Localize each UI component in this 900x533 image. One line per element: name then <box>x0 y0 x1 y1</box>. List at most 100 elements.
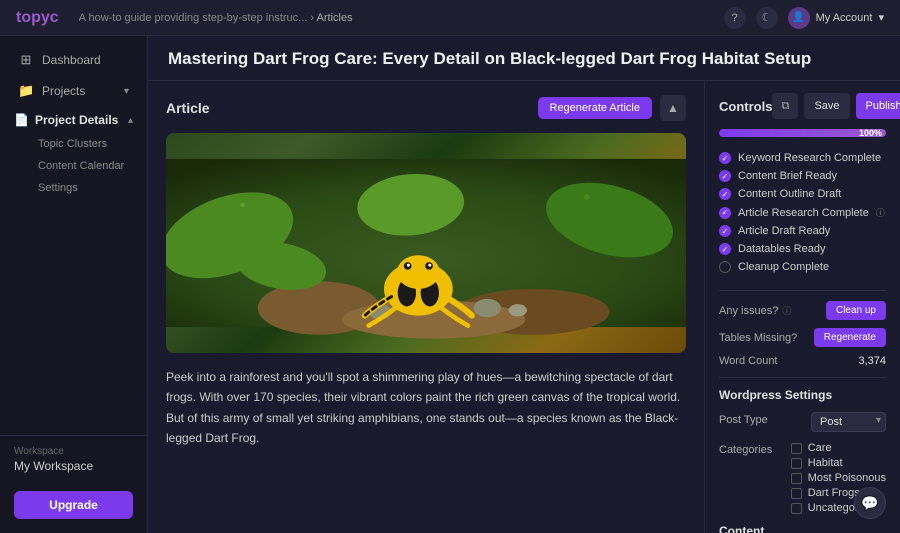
content-section-title: Content <box>719 524 886 533</box>
category-checkbox-habitat[interactable] <box>791 458 802 469</box>
divider <box>719 377 886 378</box>
two-col-layout: Article Regenerate Article ▲ <box>148 81 900 533</box>
checklist-item: ✓ Article Draft Ready <box>719 222 886 240</box>
upgrade-button[interactable]: Upgrade <box>14 491 133 519</box>
help-icon[interactable]: ? <box>724 7 746 29</box>
copy-button[interactable]: ⧉ <box>772 93 798 119</box>
check-icon <box>719 261 731 273</box>
article-header-actions: Regenerate Article ▲ <box>538 95 687 121</box>
sidebar-item-label: Dashboard <box>42 53 101 67</box>
regenerate-article-button[interactable]: Regenerate Article <box>538 97 653 119</box>
account-label: My Account <box>816 12 873 24</box>
check-icon: ✓ <box>719 243 731 255</box>
account-menu[interactable]: 👤 My Account ▾ <box>788 7 884 29</box>
word-count-label: Word Count <box>719 355 778 367</box>
category-checkbox-uncategorized[interactable] <box>791 503 802 514</box>
checklist-label: Keyword Research Complete <box>738 152 881 164</box>
checklist-label: Article Draft Ready <box>738 225 830 237</box>
category-item: Most Poisonous <box>791 472 886 484</box>
sidebar: ⊞ Dashboard 📁 Projects ▾ 📄 Project Detai… <box>0 36 148 533</box>
check-icon: ✓ <box>719 207 731 219</box>
breadcrumb-link[interactable]: Articles <box>317 12 353 24</box>
checklist-label: Cleanup Complete <box>738 261 829 273</box>
category-checkbox-care[interactable] <box>791 443 802 454</box>
tables-missing-row: Tables Missing? Regenerate <box>719 328 886 347</box>
sidebar-item-projects[interactable]: 📁 Projects ▾ <box>4 76 143 106</box>
dashboard-icon: ⊞ <box>18 52 34 68</box>
topbar-actions: ? ☾ 👤 My Account ▾ <box>724 7 884 29</box>
workspace-label: Workspace <box>14 446 133 457</box>
controls-panel: Controls ⧉ Save Publish 100% <box>705 81 900 533</box>
category-label: Dart Frogs <box>808 487 860 499</box>
page-title: Mastering Dart Frog Care: Every Detail o… <box>168 48 880 70</box>
checklist-item: ✓ Datatables Ready <box>719 240 886 258</box>
article-header: Article Regenerate Article ▲ <box>166 95 686 121</box>
info-icon[interactable]: ⓘ <box>782 304 791 317</box>
progress-bar: 100% <box>719 129 886 137</box>
logo: topyc <box>16 9 59 27</box>
chevron-up-icon: ▴ <box>128 115 133 126</box>
chevron-icon: ▾ <box>124 86 129 97</box>
word-count-value: 3,374 <box>858 355 886 367</box>
save-button[interactable]: Save <box>804 93 849 119</box>
controls-action-buttons: ⧉ Save Publish <box>772 93 900 119</box>
clean-up-button[interactable]: Clean up <box>826 301 886 320</box>
checklist: ✓ Keyword Research Complete ✓ Content Br… <box>719 149 886 276</box>
main-layout: ⊞ Dashboard 📁 Projects ▾ 📄 Project Detai… <box>0 36 900 533</box>
project-details-label: Project Details <box>35 113 118 127</box>
category-checkbox-dart-frogs[interactable] <box>791 488 802 499</box>
post-type-select-wrap: Post <box>811 412 886 432</box>
category-checkbox-most-poisonous[interactable] <box>791 473 802 484</box>
divider <box>719 290 886 291</box>
wordpress-section-title: Wordpress Settings <box>719 388 886 402</box>
checklist-item: ✓ Article Research Complete ⓘ <box>719 203 886 222</box>
post-type-row: Post Type Post <box>719 412 886 432</box>
tables-missing-label: Tables Missing? <box>719 332 797 344</box>
workspace-section: Workspace My Workspace <box>0 435 147 483</box>
avatar: 👤 <box>788 7 810 29</box>
word-count-row: Word Count 3,374 <box>719 355 886 367</box>
checklist-label: Article Research Complete <box>738 207 869 219</box>
page-header: Mastering Dart Frog Care: Every Detail o… <box>148 36 900 81</box>
category-item: Care <box>791 442 886 454</box>
check-icon: ✓ <box>719 170 731 182</box>
checklist-item: ✓ Keyword Research Complete <box>719 149 886 167</box>
publish-button[interactable]: Publish <box>856 93 900 119</box>
collapse-button[interactable]: ▲ <box>660 95 686 121</box>
post-type-select[interactable]: Post <box>811 412 886 432</box>
category-label: Most Poisonous <box>808 472 886 484</box>
info-icon[interactable]: ⓘ <box>876 206 885 219</box>
workspace-name: My Workspace <box>14 459 133 473</box>
checklist-item: ✓ Content Outline Draft <box>719 185 886 203</box>
any-issues-row: Any issues? ⓘ Clean up <box>719 301 886 320</box>
controls-title: Controls <box>719 99 772 114</box>
categories-label: Categories <box>719 442 772 456</box>
sidebar-item-dashboard[interactable]: ⊞ Dashboard <box>4 45 143 75</box>
regenerate-tables-button[interactable]: Regenerate <box>814 328 886 347</box>
breadcrumb: A how-to guide providing step-by-step in… <box>79 12 716 24</box>
check-icon: ✓ <box>719 188 731 200</box>
sidebar-sub-topic-clusters[interactable]: Topic Clusters <box>0 133 147 155</box>
frog-illustration <box>166 133 686 353</box>
progress-container: 100% <box>719 129 886 137</box>
article-body: Peek into a rainforest and you'll spot a… <box>166 367 686 449</box>
checklist-item: Cleanup Complete <box>719 258 886 276</box>
category-label: Care <box>808 442 832 454</box>
content-area: Mastering Dart Frog Care: Every Detail o… <box>148 36 900 533</box>
sidebar-nav: ⊞ Dashboard 📁 Projects ▾ 📄 Project Detai… <box>0 36 147 435</box>
checklist-label: Content Outline Draft <box>738 188 841 200</box>
sidebar-project-details[interactable]: 📄 Project Details ▴ <box>0 107 147 133</box>
chat-bubble[interactable]: 💬 <box>854 487 886 519</box>
moon-icon[interactable]: ☾ <box>756 7 778 29</box>
sidebar-sub-settings[interactable]: Settings <box>0 177 147 199</box>
sidebar-sub-content-calendar[interactable]: Content Calendar <box>0 155 147 177</box>
checklist-item: ✓ Content Brief Ready <box>719 167 886 185</box>
controls-header: Controls ⧉ Save Publish <box>719 93 886 119</box>
progress-label: 100% <box>859 129 882 137</box>
post-type-label: Post Type <box>719 412 768 426</box>
breadcrumb-text: A how-to guide providing step-by-step in… <box>79 12 308 24</box>
any-issues-label: Any issues? ⓘ <box>719 304 791 317</box>
check-icon: ✓ <box>719 152 731 164</box>
article-label: Article <box>166 100 210 116</box>
category-item: Habitat <box>791 457 886 469</box>
